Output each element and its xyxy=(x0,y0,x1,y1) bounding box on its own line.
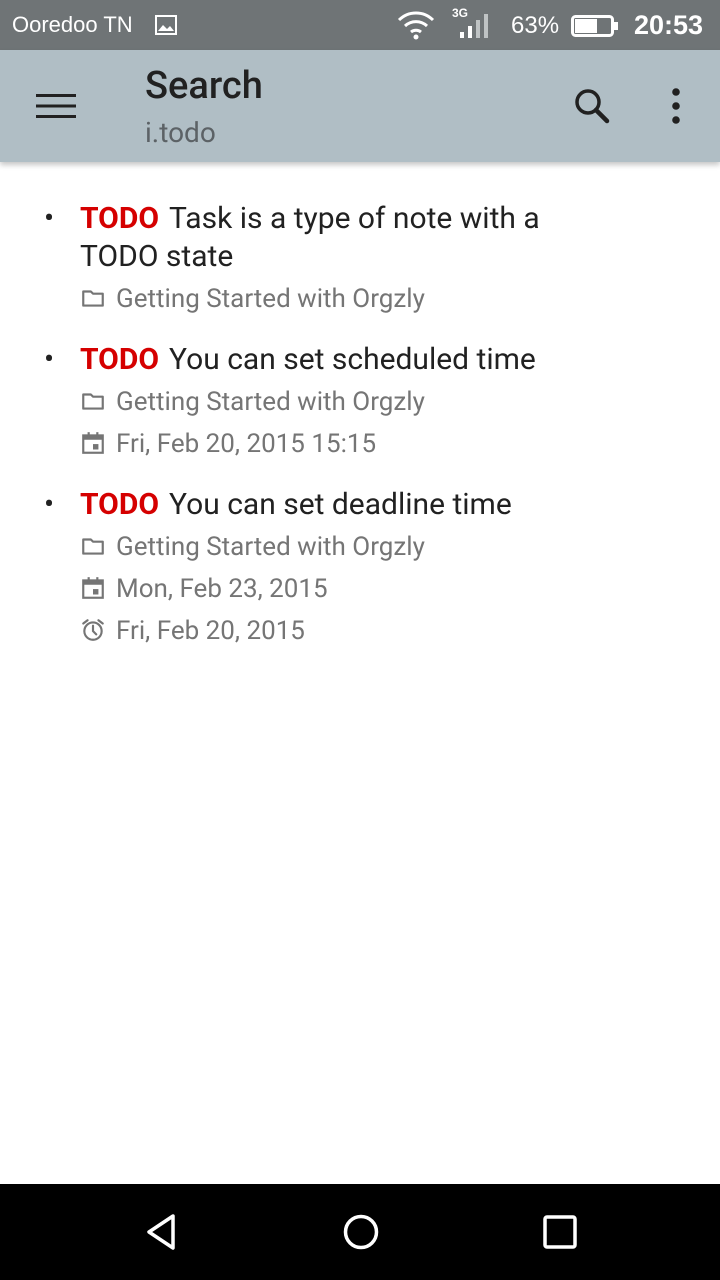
status-bar: Ooredoo TN 3G 63% 20:53 xyxy=(0,0,720,50)
app-bar: Search i.todo xyxy=(0,50,720,162)
note-heading[interactable]: TODO Task is a type of note with a TODO s… xyxy=(80,200,600,276)
image-notification-icon xyxy=(155,15,177,35)
note-item[interactable]: • TODO You can set scheduled time Getting… xyxy=(0,341,720,461)
home-icon[interactable] xyxy=(337,1208,385,1256)
search-query: i.todo xyxy=(145,116,216,149)
folder-icon xyxy=(82,538,104,555)
note-item[interactable]: • TODO You can set deadline time Getting … xyxy=(0,486,720,646)
calendar-icon xyxy=(82,432,104,454)
note-title: You can set scheduled time xyxy=(169,342,536,377)
wifi-icon xyxy=(397,11,435,40)
folder-icon xyxy=(82,393,104,410)
battery-percent: 63% xyxy=(511,12,560,39)
note-book: Getting Started with Orgzly xyxy=(80,384,425,420)
calendar-icon xyxy=(82,577,104,599)
search-icon[interactable] xyxy=(566,80,618,132)
note-book: Getting Started with Orgzly xyxy=(80,529,425,565)
note-title: You can set deadline time xyxy=(169,487,512,522)
book-name: Getting Started with Orgzly xyxy=(116,532,425,562)
scheduled-date: Mon, Feb 23, 2015 xyxy=(116,574,328,604)
folder-icon xyxy=(82,290,104,307)
note-book: Getting Started with Orgzly xyxy=(80,281,425,317)
book-name: Getting Started with Orgzly xyxy=(116,284,425,314)
search-results-list: • TODO Task is a type of note with a TODO… xyxy=(0,162,720,1184)
battery-icon xyxy=(571,15,618,37)
note-heading[interactable]: TODO You can set scheduled time xyxy=(80,341,600,379)
scheduled-date: Fri, Feb 20, 2015 15:15 xyxy=(116,429,377,459)
todo-state-badge: TODO xyxy=(80,201,160,236)
clock: 20:53 xyxy=(634,10,704,40)
todo-state-badge: TODO xyxy=(80,342,160,377)
scheduled-time: Mon, Feb 23, 2015 xyxy=(80,571,328,607)
bullet: • xyxy=(44,201,55,236)
scheduled-time: Fri, Feb 20, 2015 15:15 xyxy=(80,426,376,462)
note-heading[interactable]: TODO You can set deadline time xyxy=(80,486,600,524)
back-icon[interactable] xyxy=(139,1208,187,1256)
book-name: Getting Started with Orgzly xyxy=(116,387,425,417)
page-title: Search xyxy=(145,64,263,108)
menu-icon[interactable] xyxy=(24,82,88,130)
more-vert-icon[interactable] xyxy=(654,80,698,132)
bullet: • xyxy=(44,487,55,522)
deadline-time: Fri, Feb 20, 2015 xyxy=(80,613,305,649)
system-nav-bar xyxy=(0,1184,720,1280)
deadline-date: Fri, Feb 20, 2015 xyxy=(116,616,305,646)
recents-icon[interactable] xyxy=(536,1208,584,1256)
signal-icon xyxy=(460,14,488,38)
note-item[interactable]: • TODO Task is a type of note with a TODO… xyxy=(0,200,720,320)
todo-state-badge: TODO xyxy=(80,487,160,522)
alarm-icon xyxy=(82,619,104,641)
carrier-name: Ooredoo TN xyxy=(12,12,133,37)
bullet: • xyxy=(44,342,55,377)
